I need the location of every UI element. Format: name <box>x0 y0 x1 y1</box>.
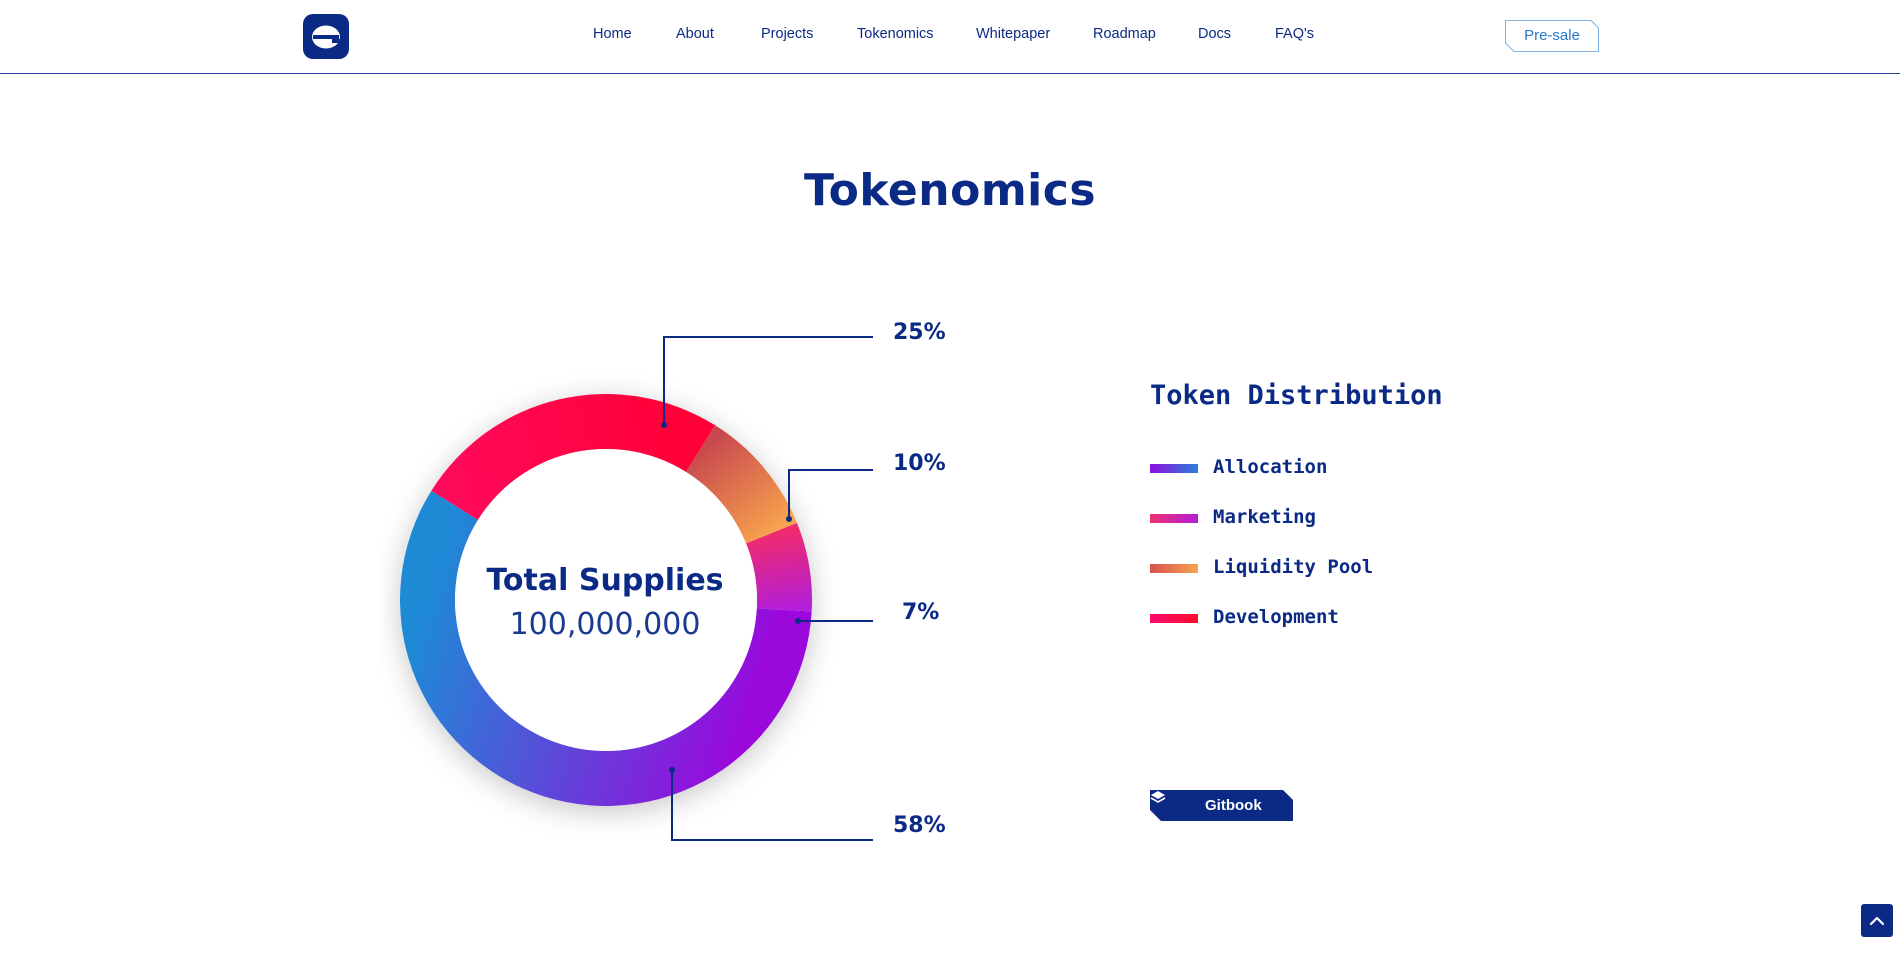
legend-title: Token Distribution <box>1150 380 1443 411</box>
nav-roadmap[interactable]: Roadmap <box>1093 26 1156 42</box>
legend-label: Marketing <box>1213 506 1316 528</box>
page-title: Tokenomics <box>803 165 1097 216</box>
nav-projects[interactable]: Projects <box>761 26 813 42</box>
leader-line-liquidity-pool <box>788 469 873 519</box>
slice-label-development: 25% <box>893 320 946 345</box>
e-letter-logo-icon <box>312 25 340 49</box>
legend-swatch <box>1150 464 1198 473</box>
chevron-up-icon <box>1869 916 1885 926</box>
slice-label-liquidity-pool: 10% <box>893 451 946 476</box>
slice-label-allocation: 58% <box>893 813 946 838</box>
nav-docs[interactable]: Docs <box>1198 26 1231 42</box>
presale-label: Pre-sale <box>1524 27 1580 44</box>
total-supplies-value: 100,000,000 <box>509 607 701 642</box>
nav-faqs[interactable]: FAQ's <box>1275 26 1314 42</box>
donut-hole <box>455 449 757 751</box>
nav-about[interactable]: About <box>676 26 714 42</box>
scroll-top-button[interactable] <box>1861 904 1893 937</box>
site-header: Home About Projects Tokenomics Whitepape… <box>0 0 1900 74</box>
gitbook-button[interactable]: Gitbook <box>1150 790 1293 821</box>
logo[interactable] <box>303 14 349 59</box>
legend-swatch <box>1150 514 1198 523</box>
gitbook-label: Gitbook <box>1205 797 1262 814</box>
book-icon <box>1150 791 1166 803</box>
nav-home[interactable]: Home <box>593 26 632 42</box>
presale-button[interactable]: Pre-sale <box>1505 20 1599 52</box>
legend-label: Development <box>1213 606 1339 628</box>
total-supplies-label: Total Supplies <box>486 563 724 598</box>
leader-dot-liquidity-pool <box>786 516 792 522</box>
nav-tokenomics[interactable]: Tokenomics <box>857 26 934 42</box>
leader-line-development <box>663 336 873 425</box>
nav-whitepaper[interactable]: Whitepaper <box>976 26 1050 42</box>
slice-label-marketing: 7% <box>902 600 940 625</box>
legend-swatch <box>1150 614 1198 623</box>
legend-label: Allocation <box>1213 456 1328 478</box>
leader-dot-allocation <box>669 767 675 773</box>
legend-label: Liquidity Pool <box>1213 556 1374 578</box>
legend-swatch <box>1150 564 1198 573</box>
leader-dot-development <box>661 422 667 428</box>
